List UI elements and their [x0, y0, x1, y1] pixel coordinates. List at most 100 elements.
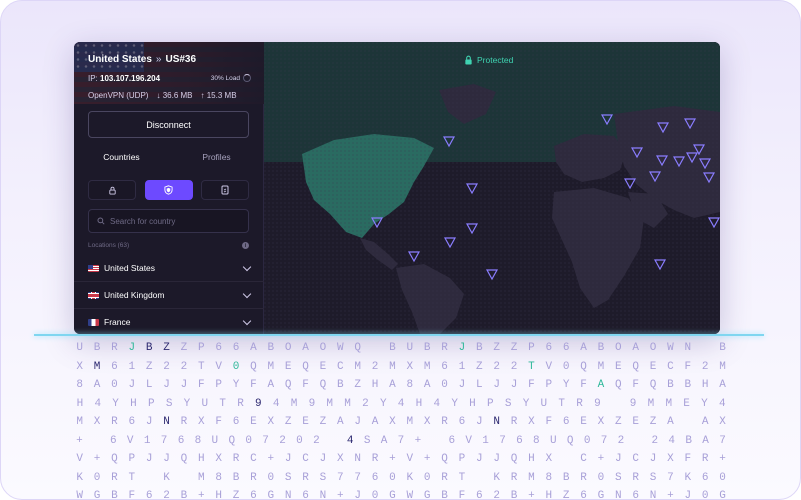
filter-secure-core[interactable] [88, 180, 136, 200]
code-char: + [198, 490, 205, 500]
protocol-line: OpenVPN (UDP) ↓ 36.6 MB ↑ 15.3 MB [88, 91, 237, 100]
fr-flag-icon [88, 318, 99, 326]
ip-address-line: IP: 103.107.196.204 [88, 74, 160, 83]
tab-countries[interactable]: Countries [74, 146, 169, 168]
chevron-down-icon[interactable] [242, 262, 252, 271]
code-char: S [363, 434, 371, 447]
code-char: B [441, 490, 448, 500]
country-row-united-states[interactable]: United States [74, 255, 264, 282]
code-char: 6 [701, 471, 709, 484]
code-char: K [684, 471, 692, 484]
code-char: F [632, 379, 639, 392]
code-char: X [93, 416, 101, 429]
code-char: E [649, 360, 657, 373]
code-char: 2 [493, 490, 500, 500]
code-char: P [128, 453, 136, 466]
lock-icon [108, 186, 116, 195]
code-char: J [458, 379, 466, 392]
code-char: P [545, 379, 553, 392]
code-char: R [441, 471, 448, 484]
code-char: B [423, 342, 431, 355]
code-char: 9 [629, 397, 637, 410]
filter-streaming[interactable] [201, 180, 249, 200]
country-search[interactable] [88, 209, 249, 233]
code-char: 0 [562, 360, 570, 373]
code-char: Y [451, 397, 458, 410]
code-char: 6 [562, 342, 570, 355]
code-char: M [647, 397, 655, 410]
code-char: 6 [545, 342, 553, 355]
code-char: E [250, 416, 257, 429]
code-char: H [215, 490, 222, 500]
code-char: N [493, 416, 500, 429]
country-row-france[interactable]: France [74, 309, 264, 334]
code-char: A [93, 379, 101, 392]
code-char: Z [510, 342, 518, 355]
code-char: G [389, 490, 396, 500]
code-char: + [337, 490, 344, 500]
code-char: A [267, 379, 275, 392]
filter-all-servers[interactable] [144, 180, 193, 200]
code-char: B [667, 379, 674, 392]
device-icon [221, 185, 229, 195]
chevron-down-icon[interactable] [242, 316, 252, 325]
code-char: 2 [651, 434, 659, 447]
code-row: V + Q P J J Q H X R C + J C J X N R + V + Q P J J Q H X C + J C J X F R + [71, 450, 731, 469]
code-char: 2 [510, 360, 518, 373]
code-char: Q [510, 453, 518, 466]
code-char: R [232, 453, 240, 466]
code-char: S [284, 471, 292, 484]
code-char: X [215, 453, 222, 466]
code-char: X [597, 416, 605, 429]
code-char: X [719, 416, 726, 429]
search-input[interactable] [110, 216, 240, 226]
info-icon[interactable]: i [242, 242, 249, 249]
tab-profiles[interactable]: Profiles [169, 146, 264, 168]
code-char: 6 [145, 490, 153, 500]
code-char: P [147, 397, 155, 410]
code-char: F [215, 416, 222, 429]
code-char: + [719, 453, 726, 466]
code-char: 7 [337, 471, 344, 484]
code-char: M [354, 360, 361, 373]
code-char: W [76, 490, 83, 500]
code-char: R [302, 471, 309, 484]
code-char: 6 [458, 416, 466, 429]
code-row: H4YHPSYUTR94M9MM2Y4H4YHPSYUTR9 9MMEY4 [71, 395, 731, 414]
load-text: 30% Load [210, 74, 240, 82]
code-char: T [219, 397, 226, 410]
code-char: 4 [94, 397, 102, 410]
code-char: M [597, 360, 605, 373]
code-char: Q [111, 453, 118, 466]
us-flag-icon [88, 264, 99, 272]
code-char: 9 [255, 397, 262, 410]
code-char: Y [112, 397, 119, 410]
code-char: X [667, 453, 674, 466]
code-char: C [337, 360, 344, 373]
code-char: + [597, 453, 605, 466]
code-char: 0 [232, 360, 240, 373]
disconnect-button[interactable]: Disconnect [88, 111, 249, 138]
world-map[interactable]: Protected [264, 42, 720, 334]
code-char: A [389, 379, 396, 392]
code-char: J [476, 416, 483, 429]
code-char: Q [228, 434, 236, 447]
code-char: V [215, 360, 222, 373]
code-char: W [337, 342, 344, 355]
code-char: 6 [448, 434, 456, 447]
server-name: US#36 [165, 54, 197, 65]
code-char: W [667, 342, 674, 355]
country-row-united-kingdom[interactable]: United Kingdom [74, 282, 264, 309]
code-char: 0 [389, 471, 396, 484]
code-char: 2 [617, 434, 625, 447]
code-char: + [267, 453, 275, 466]
code-char: H [545, 490, 553, 500]
code-char: 0 [719, 471, 726, 484]
upload-value: 15.3 MB [206, 91, 237, 100]
upload-stat: ↑ 15.3 MB [201, 91, 237, 100]
code-char: A [250, 342, 257, 355]
code-char: M [719, 360, 726, 373]
code-char: Q [354, 342, 361, 355]
code-char: B [93, 342, 101, 355]
chevron-down-icon[interactable] [242, 289, 252, 298]
